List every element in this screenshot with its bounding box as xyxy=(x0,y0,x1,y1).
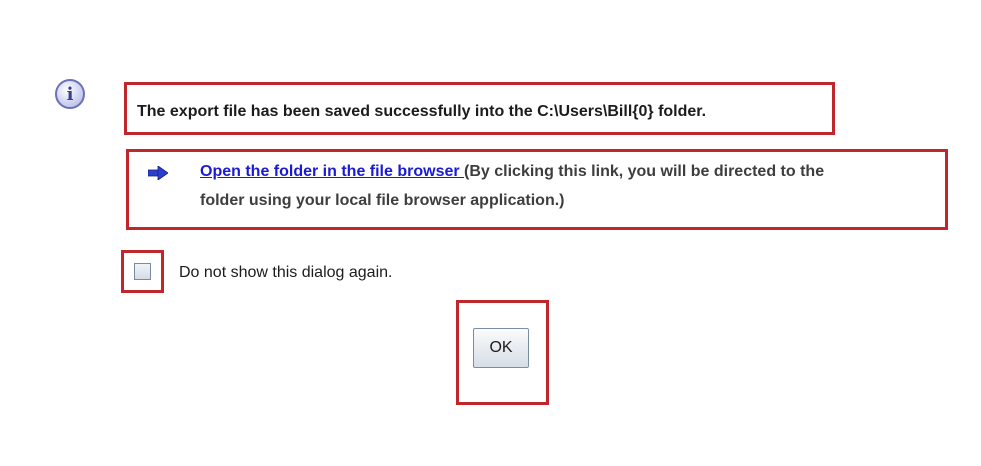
info-icon: i xyxy=(55,79,85,109)
close-icon: X xyxy=(936,8,948,24)
right-arrow-icon xyxy=(148,166,168,180)
highlight-link xyxy=(126,149,948,230)
dont-show-again-checkbox[interactable] xyxy=(134,263,151,280)
success-message: The export file has been saved successfu… xyxy=(137,103,707,120)
link-description-line2: folder using your local file browser app… xyxy=(200,192,565,209)
close-button[interactable]: X xyxy=(912,4,972,28)
link-description-line1: (By clicking this link, you will be dire… xyxy=(464,163,825,180)
info-icon-glyph: i xyxy=(66,83,74,105)
window-title: Success xyxy=(11,10,64,26)
ok-button[interactable]: OK xyxy=(473,328,529,368)
dont-show-again-label: Do not show this dialog again. xyxy=(179,264,393,281)
open-folder-link[interactable]: Open the folder in the file browser xyxy=(200,163,464,180)
title-bar: Success X xyxy=(3,3,976,33)
open-folder-line: Open the folder in the file browser (By … xyxy=(200,163,824,181)
